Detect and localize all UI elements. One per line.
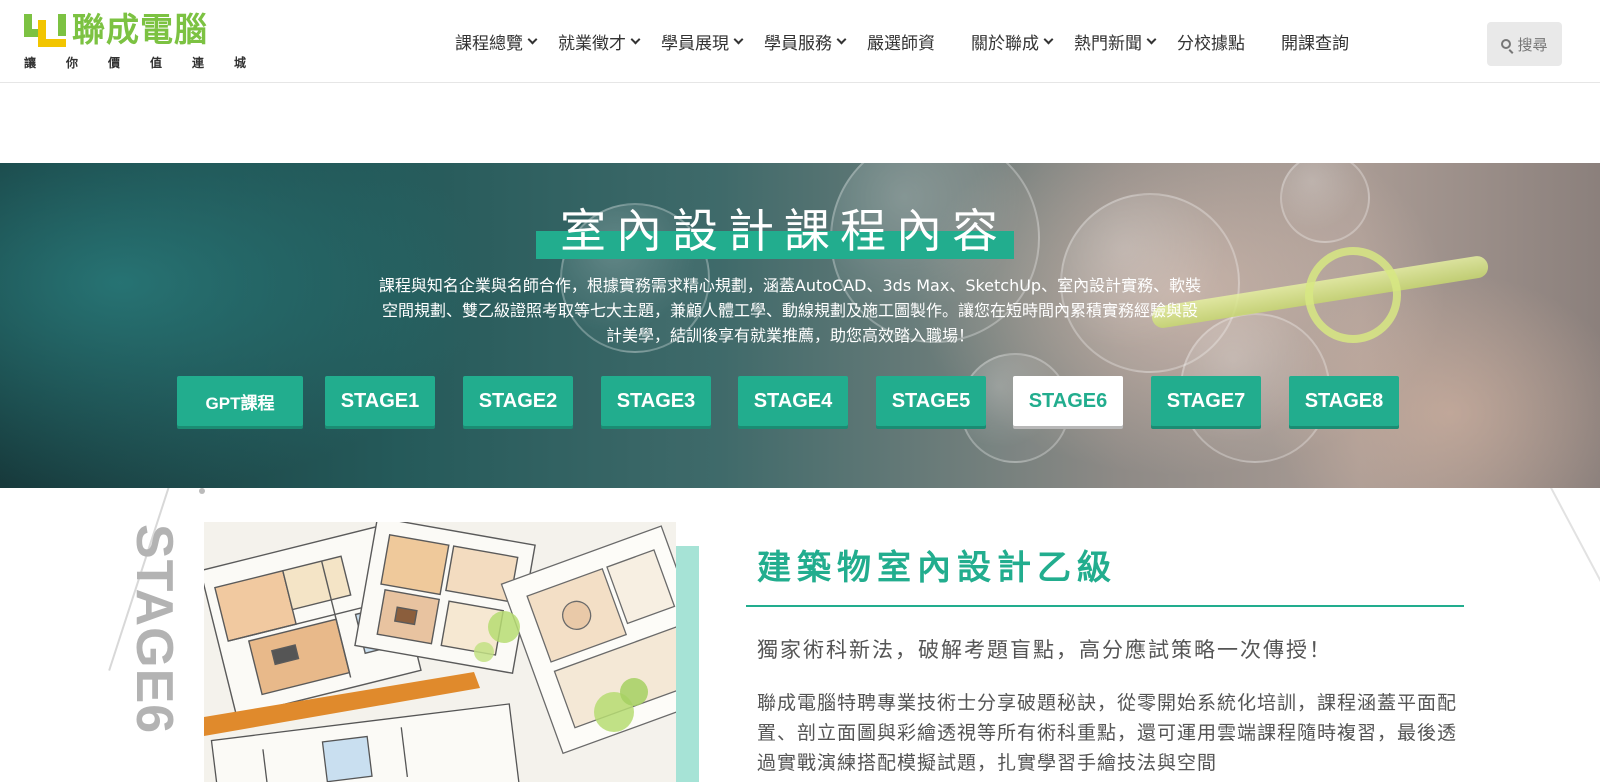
chevron-down-icon: [527, 34, 538, 45]
nav-item-label: 熱門新聞: [1074, 34, 1142, 54]
stage-tab-5[interactable]: STAGE5: [876, 376, 986, 426]
nav-item-about[interactable]: 關於聯成: [971, 22, 1054, 62]
hero-title: 室內設計課程內容: [560, 204, 1008, 258]
stage-tab-4[interactable]: STAGE4: [738, 376, 848, 426]
nav-item-student-services[interactable]: 學員服務: [764, 22, 847, 62]
chevron-down-icon: [1043, 34, 1054, 45]
stage-vertical-label: STAGE6: [125, 524, 183, 735]
search-label: 搜尋: [1517, 35, 1548, 54]
stage-tab-3[interactable]: STAGE3: [601, 376, 711, 426]
stage-tab-7[interactable]: STAGE7: [1151, 376, 1261, 426]
bubble-wand-ring-decoration: [1298, 240, 1408, 350]
floor-plan-image: [204, 522, 676, 782]
nav-item-label: 課程總覽: [455, 34, 523, 54]
main-nav: 課程總覽 就業徵才 學員展現 學員服務 嚴選師資 關於聯成 熱門新聞 分校據點: [455, 0, 1385, 83]
stage-tab-gpt[interactable]: GPT課程: [177, 376, 303, 426]
chevron-down-icon: [630, 34, 641, 45]
course-description: 聯成電腦特聘專業技術士分享破題秘訣，從零開始系統化培訓，課程涵蓋平面配置、剖立面…: [757, 692, 1458, 774]
stage-tabs: GPT課程 STAGE1 STAGE2 STAGE3 STAGE4 STAGE5…: [0, 376, 1600, 428]
search-icon: [1501, 39, 1512, 49]
decorative-dot: [199, 488, 205, 494]
chevron-down-icon: [733, 34, 744, 45]
decorative-line: [1550, 488, 1600, 603]
nav-item-label: 就業徵才: [558, 34, 626, 54]
nav-item-label: 關於聯成: [971, 34, 1039, 54]
nav-item-student-works[interactable]: 學員展現: [661, 22, 744, 62]
course-subtitle: 獨家術科新法，破解考題盲點，高分應試策略一次傳授！: [757, 638, 1332, 662]
hero-title-block: 室內設計課程內容: [536, 201, 1016, 261]
logo-text: 聯成電腦: [72, 10, 208, 49]
stage-tab-8[interactable]: STAGE8: [1289, 376, 1399, 426]
title-divider: [746, 605, 1464, 607]
nav-item-news[interactable]: 熱門新聞: [1074, 22, 1157, 62]
nav-item-label: 分校據點: [1177, 34, 1245, 54]
logo-slogan: 讓你價值連城: [24, 56, 277, 70]
hero-description: 課程與知名企業與名師合作，根據實務需求精心規劃，涵蓋AutoCAD、3ds Ma…: [378, 276, 1202, 345]
nav-item-label: 學員展現: [661, 34, 729, 54]
chevron-down-icon: [1146, 34, 1157, 45]
floor-plan-drawing: [204, 522, 676, 782]
site-header: 聯成電腦 讓你價值連城 課程總覽 就業徵才 學員展現 學員服務 嚴選師資 關於聯…: [0, 0, 1600, 83]
nav-item-teachers[interactable]: 嚴選師資: [867, 22, 935, 62]
nav-item-class-schedule[interactable]: 開課查詢: [1281, 22, 1349, 62]
site-logo[interactable]: 聯成電腦 讓你價值連城: [22, 10, 246, 72]
search-button[interactable]: 搜尋: [1487, 22, 1562, 66]
stage-tab-2[interactable]: STAGE2: [463, 376, 573, 426]
nav-item-jobs[interactable]: 就業徵才: [558, 22, 641, 62]
stage-section: STAGE6 建築物室內設計乙級 獨家術科新法，破解考題盲點，高分應試策略一次傳…: [0, 488, 1600, 782]
chevron-down-icon: [836, 34, 847, 45]
nav-item-label: 開課查詢: [1281, 34, 1349, 54]
hero-banner: 室內設計課程內容 課程與知名企業與名師合作，根據實務需求精心規劃，涵蓋AutoC…: [0, 163, 1600, 488]
nav-item-branches[interactable]: 分校據點: [1177, 22, 1245, 62]
nav-item-label: 學員服務: [764, 34, 832, 54]
stage-tab-6[interactable]: STAGE6: [1013, 376, 1123, 426]
lc-logo-icon: [24, 14, 66, 47]
bubble-decoration: [1280, 163, 1370, 243]
nav-item-label: 嚴選師資: [867, 34, 935, 54]
nav-item-course-overview[interactable]: 課程總覽: [455, 22, 538, 62]
course-title: 建築物室內設計乙級: [757, 548, 1117, 588]
stage-tab-1[interactable]: STAGE1: [325, 376, 435, 426]
